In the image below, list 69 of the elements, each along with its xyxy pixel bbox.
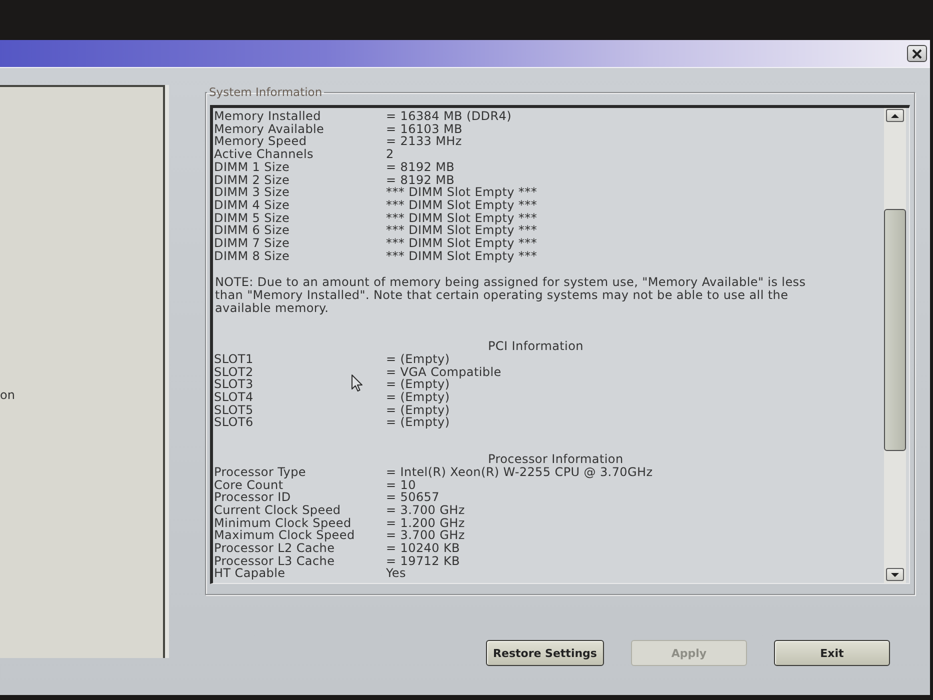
info-label: DIMM 7 Size	[214, 237, 290, 250]
info-value: *** DIMM Slot Empty ***	[386, 250, 538, 262]
caret-down-icon	[891, 572, 899, 576]
info-value: = (Empty)	[386, 352, 450, 366]
info-label: Core Count	[214, 478, 284, 492]
info-value: *** DIMM Slot Empty ***	[386, 198, 538, 212]
info-label: DIMM 1 Size	[214, 160, 290, 174]
info-value: *** DIMM Slot Empty ***	[386, 237, 538, 250]
info-label: DIMM 2 Size	[214, 174, 290, 186]
info-label: HT Capable	[214, 567, 286, 580]
info-value: = 50657	[386, 491, 440, 504]
info-value: = 8192 MB	[386, 160, 455, 174]
info-value: = VGA Compatible	[386, 366, 502, 378]
close-icon	[912, 48, 922, 58]
info-label: Current Clock Speed	[214, 504, 341, 517]
info-label: DIMM 5 Size	[214, 212, 290, 224]
caret-up-icon	[891, 114, 899, 118]
scroll-down-button[interactable]	[886, 568, 904, 581]
info-value: *** DIMM Slot Empty ***	[386, 224, 538, 238]
info-label: SLOT1	[214, 352, 254, 366]
info-label: Memory Speed	[214, 135, 307, 148]
info-value: = 16103 MB	[386, 122, 462, 136]
info-label: Maximum Clock Speed	[214, 529, 355, 542]
info-label: DIMM 8 Size	[214, 250, 290, 262]
info-label: Processor ID	[214, 491, 291, 504]
info-value: 2	[386, 148, 394, 161]
info-value: = 10240 KB	[386, 542, 460, 555]
group-title: System Information	[208, 86, 324, 99]
info-label: Processor L3 Cache	[214, 554, 335, 568]
info-label: Minimum Clock Speed	[214, 516, 352, 530]
info-value: = 10	[386, 478, 416, 492]
mouse-pointer-icon	[351, 374, 364, 392]
info-value: = 3.700 GHz	[386, 504, 465, 517]
info-value: = (Empty)	[386, 378, 450, 392]
info-label: Memory Installed	[214, 110, 321, 123]
info-label: DIMM 3 Size	[214, 186, 290, 199]
section-heading: PCI Information	[488, 340, 584, 353]
info-label: DIMM 4 Size	[214, 198, 290, 212]
info-label: SLOT2	[214, 366, 254, 378]
info-value: = Intel(R) Xeon(R) W-2255 CPU @ 3.70GHz	[386, 466, 653, 479]
info-value: = 1.200 GHz	[386, 516, 465, 530]
info-label: Memory Available	[214, 122, 324, 136]
info-value: Yes	[386, 567, 406, 580]
info-value: = 19712 KB	[386, 554, 460, 568]
info-label: DIMM 6 Size	[214, 224, 290, 238]
note-text: NOTE: Due to an amount of memory being assigned for system use, "Memory Available" is less than "Memory Installed". Note that certain operating systems may not be able to use all the available memory.	[215, 276, 807, 314]
info-value: *** DIMM Slot Empty ***	[386, 212, 538, 224]
section-heading: Processor Information	[488, 453, 624, 466]
info-label: SLOT6	[214, 416, 254, 430]
info-label: Active Channels	[214, 148, 314, 161]
info-value: = 2133 MHz	[386, 135, 462, 148]
scroll-thumb[interactable]	[884, 209, 906, 451]
info-value: = 16384 MB (DDR4)	[386, 110, 512, 123]
action-button[interactable]: Exit	[774, 640, 890, 666]
info-label: Processor L2 Cache	[214, 542, 335, 555]
info-value: = (Empty)	[386, 391, 450, 404]
info-label: Processor Type	[214, 466, 306, 479]
info-value: *** DIMM Slot Empty ***	[386, 186, 538, 199]
info-label: SLOT3	[214, 378, 254, 392]
info-label: SLOT4	[214, 391, 254, 404]
info-value: = 8192 MB	[386, 174, 455, 186]
close-button[interactable]	[907, 45, 927, 62]
info-value: = (Empty)	[386, 404, 450, 416]
info-value: = (Empty)	[386, 416, 450, 430]
action-button[interactable]: Restore Settings	[486, 640, 604, 666]
info-label: SLOT5	[214, 404, 254, 416]
sidebar-item[interactable]: on	[0, 389, 15, 402]
scroll-up-button[interactable]	[886, 109, 904, 122]
info-value: = 3.700 GHz	[386, 529, 465, 542]
